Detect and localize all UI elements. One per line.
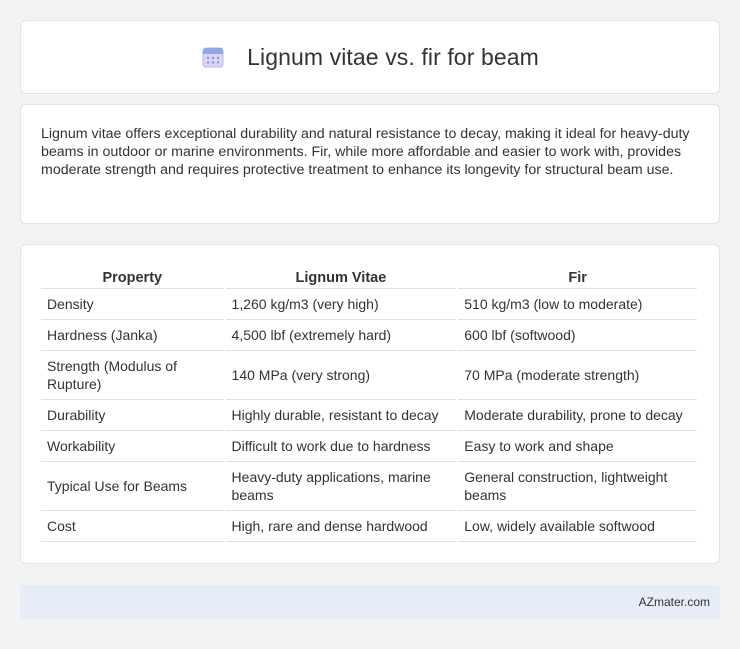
cell-lignum-vitae: 140 MPa (very strong) xyxy=(225,351,457,400)
header-fir: Fir xyxy=(458,265,697,289)
header-lignum-vitae: Lignum Vitae xyxy=(225,265,457,289)
table-row: Strength (Modulus of Rupture) 140 MPa (v… xyxy=(41,351,697,400)
calendar-icon xyxy=(201,45,225,69)
cell-property: Hardness (Janka) xyxy=(41,320,224,351)
title-card: Lignum vitae vs. fir for beam xyxy=(20,20,720,94)
summary-card: Lignum vitae offers exceptional durabili… xyxy=(20,104,720,224)
table-row: Cost High, rare and dense hardwood Low, … xyxy=(41,511,697,542)
summary-text: Lignum vitae offers exceptional durabili… xyxy=(41,126,690,178)
cell-lignum-vitae: Difficult to work due to hardness xyxy=(225,431,457,462)
cell-property: Typical Use for Beams xyxy=(41,462,224,511)
table-row: Typical Use for Beams Heavy-duty applica… xyxy=(41,462,697,511)
cell-property: Durability xyxy=(41,400,224,431)
table-row: Durability Highly durable, resistant to … xyxy=(41,400,697,431)
cell-property: Cost xyxy=(41,511,224,542)
comparison-table: Property Lignum Vitae Fir Density 1,260 … xyxy=(39,265,699,542)
cell-lignum-vitae: Highly durable, resistant to decay xyxy=(225,400,457,431)
table-header-row: Property Lignum Vitae Fir xyxy=(41,265,697,289)
header-property: Property xyxy=(41,265,224,289)
table-row: Workability Difficult to work due to har… xyxy=(41,431,697,462)
cell-property: Strength (Modulus of Rupture) xyxy=(41,351,224,400)
cell-fir: 510 kg/m3 (low to moderate) xyxy=(458,289,697,320)
cell-fir: 600 lbf (softwood) xyxy=(458,320,697,351)
cell-lignum-vitae: High, rare and dense hardwood xyxy=(225,511,457,542)
cell-fir: Low, widely available softwood xyxy=(458,511,697,542)
table-row: Hardness (Janka) 4,500 lbf (extremely ha… xyxy=(41,320,697,351)
cell-fir: Easy to work and shape xyxy=(458,431,697,462)
comparison-table-card: Property Lignum Vitae Fir Density 1,260 … xyxy=(20,244,720,564)
cell-property: Workability xyxy=(41,431,224,462)
page-title: Lignum vitae vs. fir for beam xyxy=(247,43,539,70)
cell-fir: 70 MPa (moderate strength) xyxy=(458,351,697,400)
table-row: Density 1,260 kg/m3 (very high) 510 kg/m… xyxy=(41,289,697,320)
footer-bar: AZmater.com xyxy=(20,585,720,619)
cell-lignum-vitae: Heavy-duty applications, marine beams xyxy=(225,462,457,511)
cell-lignum-vitae: 1,260 kg/m3 (very high) xyxy=(225,289,457,320)
cell-lignum-vitae: 4,500 lbf (extremely hard) xyxy=(225,320,457,351)
cell-fir: General construction, lightweight beams xyxy=(458,462,697,511)
footer-site-link[interactable]: AZmater.com xyxy=(639,595,710,609)
title-bar: Lignum vitae vs. fir for beam xyxy=(201,44,539,71)
cell-fir: Moderate durability, prone to decay xyxy=(458,400,697,431)
cell-property: Density xyxy=(41,289,224,320)
